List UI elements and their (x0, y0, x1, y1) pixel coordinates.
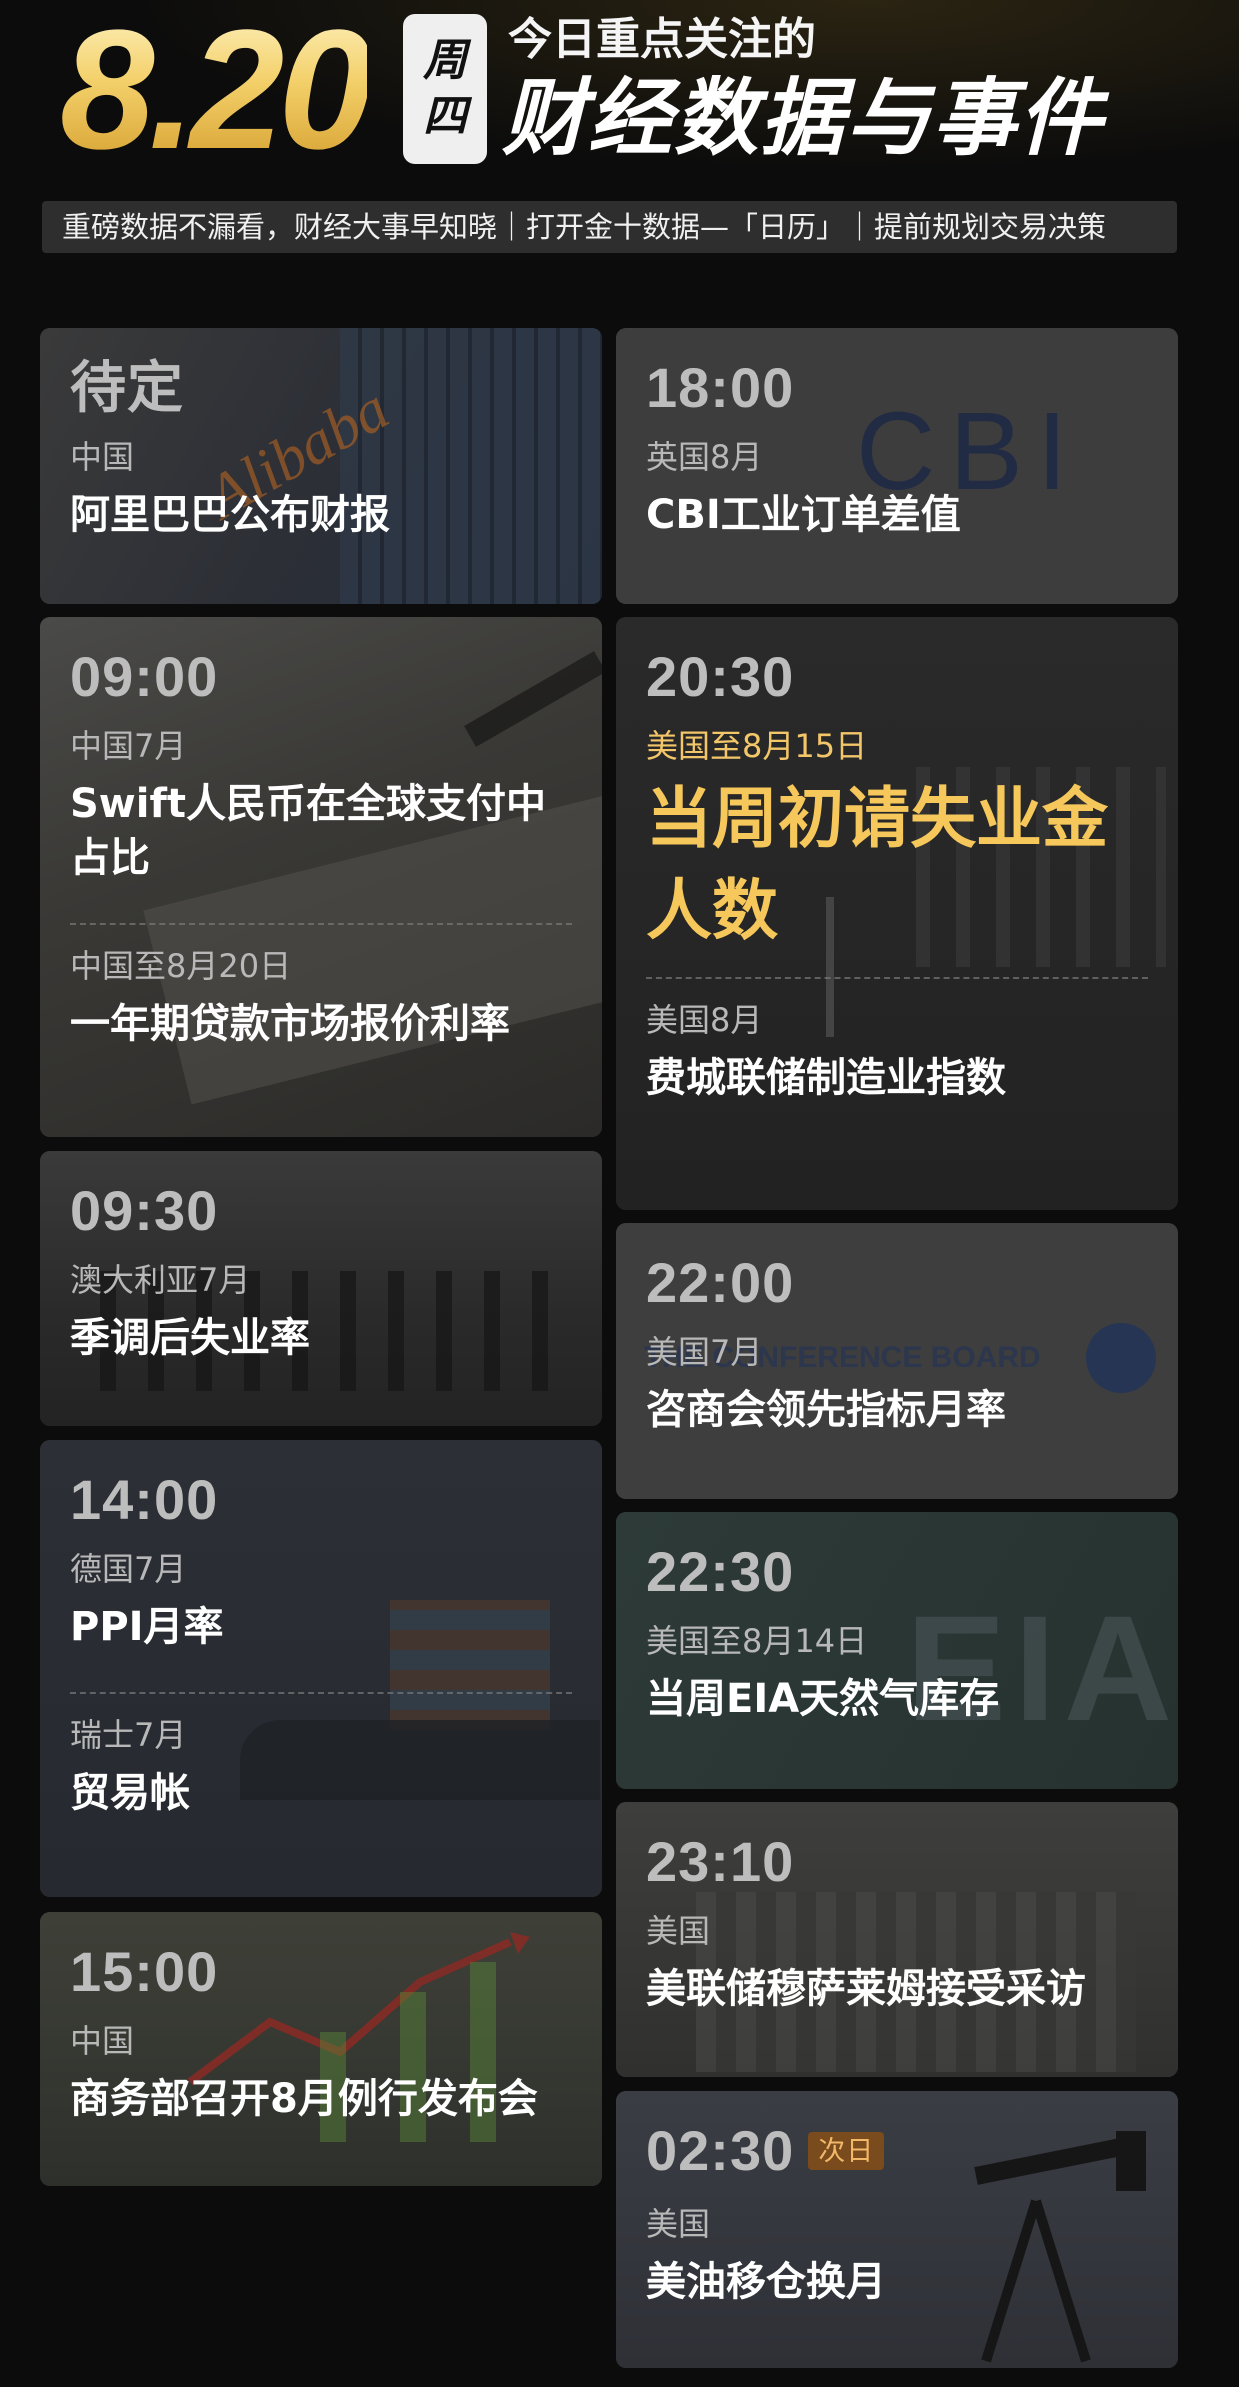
headline-small: 今日重点关注的 (508, 14, 816, 65)
event-name: 阿里巴巴公布财报 (70, 492, 390, 538)
next-day-badge: 次日 (808, 2132, 885, 2170)
event-time: 22:00 (646, 1251, 795, 1314)
event-region: 美国7月 (646, 1333, 763, 1371)
event-time: 20:30 (646, 645, 795, 708)
event-name: CBI工业订单差值 (646, 492, 961, 538)
divider (646, 977, 1148, 979)
event-region: 美国 (646, 1912, 711, 1950)
event-card[interactable]: 20:30 美国至8月15日 当周初请失业金人数 美国8月 费城联储制造业指数 (616, 617, 1178, 1210)
event-name: 美联储穆萨莱姆接受采访 (646, 1966, 1086, 2012)
header: 8.20 周 四 今日重点关注的 财经数据与事件 (0, 0, 1239, 200)
event-name-highlight: 当周初请失业金人数 (646, 780, 1108, 949)
event-card[interactable]: 23:10 美国 美联储穆萨莱姆接受采访 (616, 1802, 1178, 2077)
event-region: 美国8月 (646, 1001, 763, 1039)
subtitle-bar: 重磅数据不漏看，财经大事早知晓｜打开金十数据—「日历」｜提前规划交易决策 (42, 201, 1177, 253)
event-region: 美国至8月14日 (646, 1622, 868, 1660)
event-region: 中国 (70, 2022, 135, 2060)
event-region: 德国7月 (70, 1550, 187, 1588)
event-name: 贸易帐 (70, 1770, 190, 1816)
event-region: 中国至8月20日 (70, 947, 292, 985)
event-time: 待定 (70, 356, 184, 419)
event-time: 23:10 (646, 1830, 795, 1893)
weekday-char-1: 周 (423, 35, 467, 86)
weekday-tag: 周 四 (403, 14, 487, 164)
event-region: 美国 (646, 2205, 711, 2243)
event-time-value: 02:30 (646, 2119, 795, 2182)
event-card[interactable]: CBI 18:00 英国8月 CBI工业订单差值 (616, 328, 1178, 604)
event-name: 季调后失业率 (70, 1315, 310, 1361)
event-card[interactable]: THE CONFERENCE BOARD 22:00 美国7月 咨商会领先指标月… (616, 1223, 1178, 1499)
event-name: Swift人民币在全球支付中占比 (70, 781, 546, 881)
divider (70, 1692, 572, 1694)
event-region: 澳大利亚7月 (70, 1261, 251, 1299)
event-name: PPI月率 (70, 1604, 224, 1650)
event-region: 中国 (70, 438, 135, 476)
event-card[interactable]: 14:00 德国7月 PPI月率 瑞士7月 贸易帐 (40, 1440, 602, 1897)
event-card[interactable]: 09:00 中国7月 Swift人民币在全球支付中占比 中国至8月20日 一年期… (40, 617, 602, 1137)
event-name: 商务部召开8月例行发布会 (70, 2076, 538, 2122)
weekday-char-2: 四 (423, 91, 467, 142)
event-time: 15:00 (70, 1940, 219, 2003)
event-name: 当周EIA天然气库存 (646, 1676, 1000, 1722)
event-card[interactable]: EIA 22:30 美国至8月14日 当周EIA天然气库存 (616, 1512, 1178, 1789)
event-card[interactable]: Alibaba 待定 中国 阿里巴巴公布财报 (40, 328, 602, 604)
event-region: 中国7月 (70, 727, 187, 765)
event-name: 费城联储制造业指数 (646, 1055, 1006, 1101)
event-region: 瑞士7月 (70, 1716, 187, 1754)
event-name: 美油移仓换月 (646, 2259, 886, 2305)
event-region: 英国8月 (646, 438, 763, 476)
date-title: 8.20 (60, 0, 373, 185)
event-region-highlight: 美国至8月15日 (646, 727, 868, 765)
event-card[interactable]: 02:30 次日 美国 美油移仓换月 (616, 2091, 1178, 2368)
event-time: 18:00 (646, 356, 795, 419)
headline-main: 财经数据与事件 (502, 69, 1105, 167)
divider (70, 923, 572, 925)
event-card[interactable]: 15:00 中国 商务部召开8月例行发布会 (40, 1912, 602, 2186)
event-time: 09:30 (70, 1179, 219, 1242)
event-name: 咨商会领先指标月率 (646, 1387, 1006, 1433)
event-time: 09:00 (70, 645, 219, 708)
event-time: 02:30 次日 (646, 2119, 1148, 2183)
event-card[interactable]: 09:30 澳大利亚7月 季调后失业率 (40, 1151, 602, 1426)
event-time: 22:30 (646, 1540, 795, 1603)
event-time: 14:00 (70, 1468, 219, 1531)
event-name: 一年期贷款市场报价利率 (70, 1001, 510, 1047)
